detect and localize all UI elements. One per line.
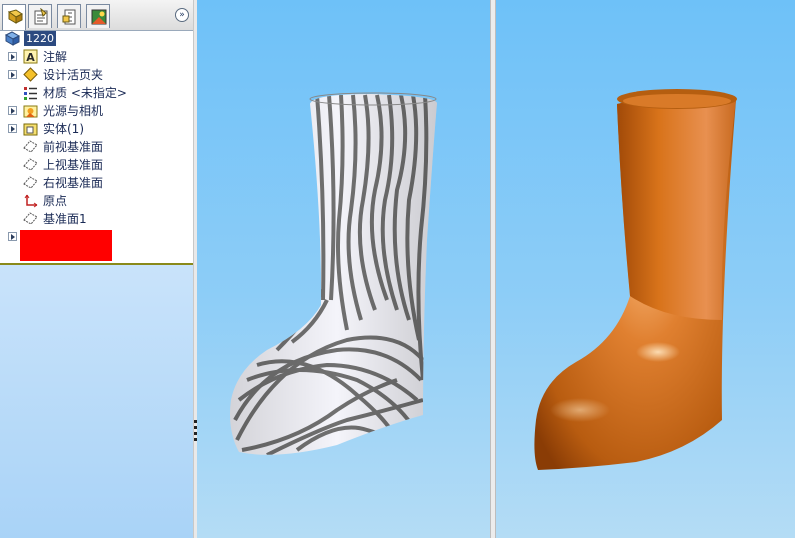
annotation-icon: A: [23, 49, 38, 64]
tree-item-material[interactable]: 材质 <未指定>: [0, 84, 193, 102]
plane-icon: [23, 158, 38, 171]
tree-item-label: 右视基准面: [43, 176, 104, 190]
property-icon: [34, 8, 48, 25]
tree-item-origin[interactable]: 原点: [0, 192, 193, 210]
zebra-boot-model: [230, 92, 437, 455]
tab-configuration-manager[interactable]: [57, 4, 81, 28]
tree-item-solid-bodies[interactable]: 实体(1): [0, 120, 193, 138]
expand-toggle[interactable]: [8, 70, 17, 79]
tree-item-label: 注解: [43, 50, 68, 64]
tree-item-label: 前视基准面: [43, 140, 104, 154]
tree-item-label: 实体(1): [43, 122, 84, 136]
tree-item-annotations[interactable]: A 注解: [0, 48, 193, 66]
tab-feature-manager[interactable]: [2, 4, 26, 30]
tree-item-label: 原点: [43, 194, 68, 208]
plane-icon: [23, 140, 38, 153]
design-binder-icon: [23, 67, 38, 82]
feature-manager-panel: » 1220 A 注解 设计活页夹 材质 <未指定> 光源与相机 实体(1) 前…: [0, 0, 194, 538]
part-icon: [4, 31, 21, 46]
panel-divider: [0, 263, 193, 265]
expand-toggle[interactable]: [8, 232, 17, 241]
feature-tree-icon: [7, 9, 23, 24]
tree-item-top-plane[interactable]: 上视基准面: [0, 156, 193, 174]
tree-item-design-binder[interactable]: 设计活页夹: [0, 66, 193, 84]
svg-text:A: A: [26, 51, 35, 64]
solid-bodies-icon: [23, 123, 38, 136]
redaction-block: [20, 230, 112, 261]
material-icon: [24, 87, 37, 100]
expand-toggle[interactable]: [8, 52, 17, 61]
expand-toggle[interactable]: [8, 124, 17, 133]
display-icon: [91, 9, 107, 25]
tab-property-manager[interactable]: [28, 4, 52, 28]
tab-display-manager[interactable]: [86, 4, 110, 28]
collapse-panel-button[interactable]: »: [175, 8, 189, 22]
tree-item-right-plane[interactable]: 右视基准面: [0, 174, 193, 192]
plane-icon: [23, 176, 38, 189]
origin-icon: [24, 194, 38, 208]
viewport-shaded[interactable]: [496, 0, 795, 538]
lights-cameras-icon: [23, 105, 38, 118]
feature-tree: 1220 A 注解 设计活页夹 材质 <未指定> 光源与相机 实体(1) 前视基…: [0, 31, 193, 263]
tree-item-label: 光源与相机: [43, 104, 104, 118]
manager-tab-bar: »: [0, 0, 193, 31]
tree-item-label: 设计活页夹: [43, 68, 104, 82]
part-name-label: 1220: [24, 31, 56, 46]
tree-item-plane1[interactable]: 基准面1: [0, 210, 193, 228]
configuration-icon: [62, 9, 76, 25]
viewport-zebra-stripes[interactable]: [197, 0, 490, 538]
tree-item-lights-cameras[interactable]: 光源与相机: [0, 102, 193, 120]
expand-toggle[interactable]: [8, 106, 17, 115]
tree-item-label: 材质 <未指定>: [43, 86, 127, 100]
plane-icon: [23, 212, 38, 225]
tree-item-label: 上视基准面: [43, 158, 104, 172]
tree-item-front-plane[interactable]: 前视基准面: [0, 138, 193, 156]
shaded-boot-model: [534, 89, 737, 470]
tree-item-label: 基准面1: [43, 212, 87, 226]
